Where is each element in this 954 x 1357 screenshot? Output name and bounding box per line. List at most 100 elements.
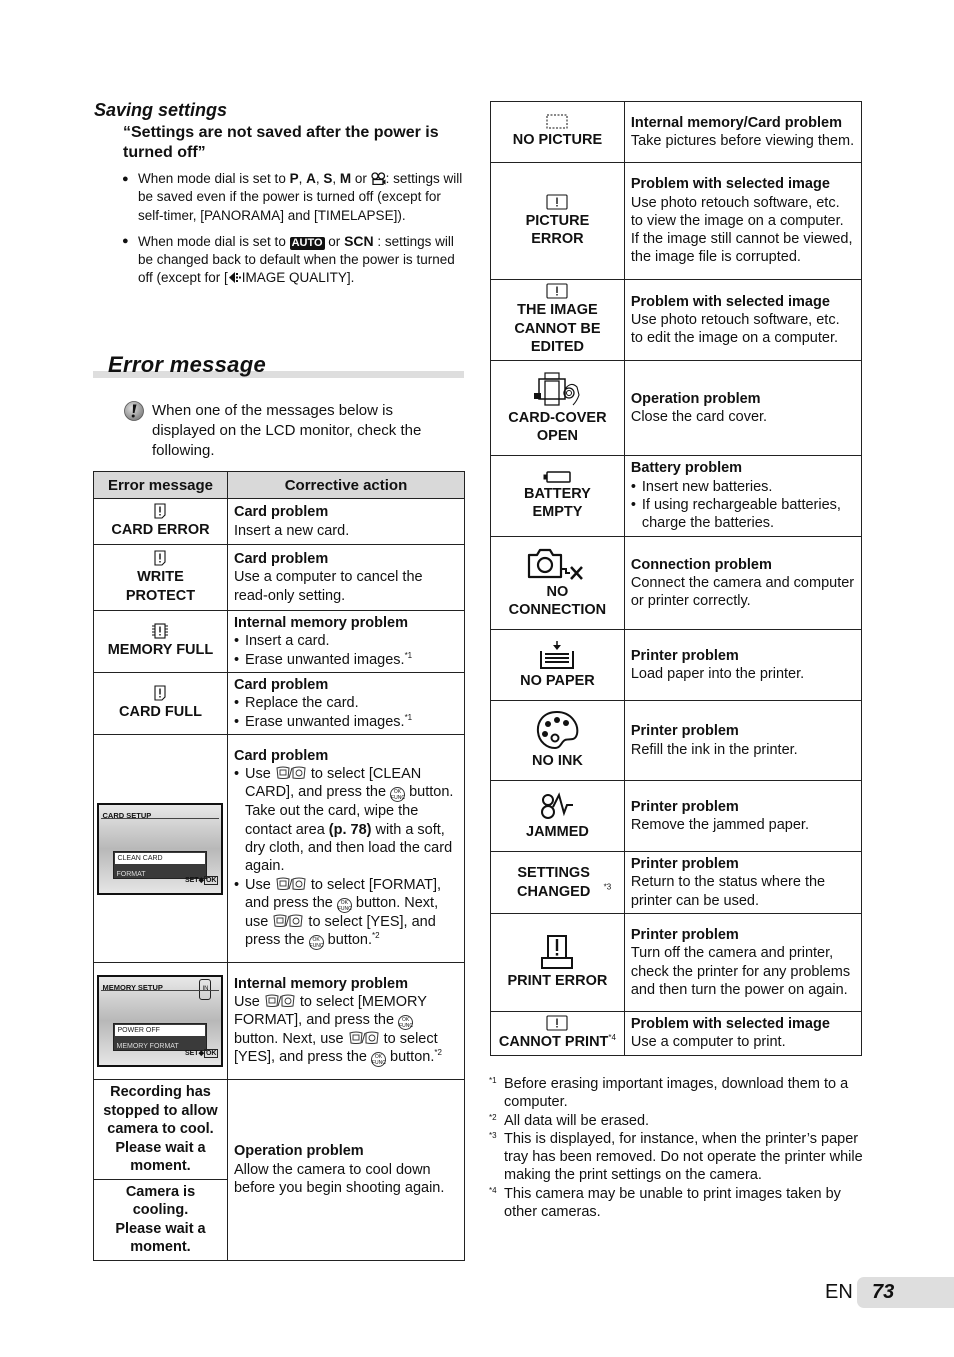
card-error-icon	[154, 685, 167, 701]
footnote-text: This camera may be unable to print image…	[504, 1185, 841, 1221]
problem-title: Printer problem	[630, 723, 739, 740]
action-text: Load paper into the printer.	[630, 666, 805, 682]
saving-settings-subheading: “Settings are not saved after the power …	[123, 124, 439, 161]
footnote-ref: *2	[372, 931, 380, 941]
battery-empty-icon	[543, 470, 572, 483]
caution-text: When one of the messages below is displa…	[152, 402, 422, 459]
action-text: Allow the camera to cool down before you…	[233, 1161, 445, 1196]
problem-title: Printer problem	[630, 647, 739, 664]
menu-item-power-off: POWER OFF	[115, 1025, 206, 1036]
or-text: or	[324, 233, 345, 249]
exposure-selftimer-buttons-icon	[265, 994, 295, 1007]
ok-func-button-icon: OK FUNC	[390, 787, 406, 803]
mode-p: P	[289, 171, 299, 186]
screen-title: CARD SETUP	[102, 810, 152, 820]
no-connection-icon	[528, 548, 584, 580]
memory-setup-screen: MEMORY SETUP IN POWER OFF MEMORY FORMAT …	[97, 975, 224, 1067]
corrective-action-cell: Card problem Replace the card. Erase unw…	[226, 672, 466, 735]
table-row: CANNOT PRINT*4 Problem with selected ima…	[490, 1011, 863, 1056]
separator: ,	[332, 171, 340, 186]
language-label: EN	[825, 1281, 853, 1303]
action-text: Turn off the camera and printer, check t…	[630, 945, 851, 998]
corrective-action-cell: Problem with selected image Use photo re…	[623, 279, 863, 361]
action-text: Return to the status where the printer c…	[630, 874, 826, 909]
set-ok-hint: SET◆ OK	[184, 876, 219, 885]
table-row: NO INK Printer problem Refill the ink in…	[490, 700, 863, 781]
memory-error-icon	[152, 623, 169, 639]
jammed-icon	[541, 791, 574, 819]
table-row: NO PAPER Printer problem Load paper into…	[490, 629, 863, 701]
corrective-action-cell: Operation problem Allow the camera to co…	[226, 1079, 466, 1261]
error-message-cell: CARD ERROR	[93, 498, 228, 545]
action-list: Insert new batteries. If using rechargea…	[631, 478, 855, 533]
action-item-text: Erase unwanted images.	[244, 713, 405, 730]
problem-title: Card problem	[233, 677, 329, 694]
table-row: NO CONNECTION Connection problem Connect…	[490, 536, 863, 630]
problem-title: Operation problem	[630, 390, 761, 407]
footnote: *3 This is displayed, for instance, when …	[489, 1130, 864, 1185]
error-message-text: JAMMED	[526, 823, 589, 840]
footnote-ref: *3	[603, 882, 612, 892]
error-message-cell: WRITE PROTECT	[93, 544, 228, 611]
table-row: NO PICTURE Internal memory/Card problem …	[490, 101, 863, 163]
card-setup-screen: CARD SETUP CLEAN CARD FORMAT SET◆ OK	[97, 802, 224, 895]
screen-title: MEMORY SETUP	[102, 983, 163, 992]
error-message-text: Recording has stopped to allow camera to…	[103, 1084, 218, 1174]
card-cover-open-icon	[534, 371, 580, 406]
error-message-cell: JAMMED	[490, 780, 625, 852]
error-message-cell: MEMORY FULL	[93, 610, 228, 673]
error-message-cell: NO PICTURE	[490, 101, 625, 163]
footnote-ref: *1	[404, 650, 413, 660]
action-text: Use photo retouch software, etc. to edit…	[630, 311, 840, 347]
menu-item-clean-card: CLEAN CARD	[115, 852, 206, 864]
action-list: Replace the card. Erase unwanted images.…	[234, 694, 458, 731]
corrective-action-cell: Internal memory/Card problem Take pictur…	[623, 101, 863, 163]
problem-title: Printer problem	[630, 798, 739, 815]
card-error-icon	[154, 503, 167, 519]
corrective-action-cell: Problem with selected image Use photo re…	[623, 162, 863, 280]
corrective-action-cell: Printer problem Return to the status whe…	[623, 851, 863, 914]
problem-title: Printer problem	[630, 926, 739, 943]
problem-title: Problem with selected image	[630, 1016, 830, 1032]
footnote: *1 Before erasing important images, downl…	[489, 1075, 864, 1112]
problem-title: Card problem	[233, 551, 329, 568]
error-message-text: PICTURE ERROR	[525, 212, 590, 248]
action-item: Replace the card.	[234, 694, 458, 713]
bullet-text: When mode dial is set to	[138, 233, 290, 249]
no-ink-icon	[537, 711, 579, 750]
func-text: FUNC	[399, 1023, 413, 1030]
table-row: PICTURE ERROR Problem with selected imag…	[490, 162, 863, 280]
error-message-cell: CARD-COVER OPEN	[490, 360, 625, 456]
corrective-action-cell: Card problem Insert a new card.	[226, 498, 466, 545]
action-item: Erase unwanted images.*1	[234, 713, 458, 732]
problem-title: Internal memory/Card problem	[630, 114, 842, 131]
error-message-text: MEMORY FULL	[107, 642, 214, 659]
bullet-text: IMAGE QUALITY].	[241, 270, 355, 286]
problem-title: Operation problem	[233, 1143, 364, 1160]
table-row: MEMORY FULL Internal memory problem Inse…	[93, 610, 466, 673]
corrective-action-cell: Problem with selected image Use a comput…	[623, 1011, 863, 1056]
exposure-selftimer-buttons-icon	[273, 914, 303, 927]
action-item: Insert a card.	[234, 632, 458, 651]
mode-m: M	[339, 171, 352, 186]
error-message-text: CARD ERROR	[111, 522, 210, 539]
footnote-mark: *3	[489, 1130, 497, 1140]
problem-title: Battery problem	[630, 460, 743, 477]
table-row: CARD ERROR Card problem Insert a new car…	[93, 498, 466, 545]
movie-icon	[371, 172, 386, 185]
error-message-text: CANNOT PRINT	[498, 1034, 609, 1051]
table-row: CARD-COVER OPEN Operation problem Close …	[490, 360, 863, 456]
error-message-text: THE IMAGE CANNOT BE EDITED	[514, 302, 601, 356]
set-label: SET	[184, 877, 199, 884]
ok-func-button-icon: OK FUNC	[371, 1052, 386, 1068]
action-text: Use a computer to print.	[630, 1034, 786, 1051]
func-text: FUNC	[337, 905, 352, 912]
print-error-icon	[541, 935, 574, 970]
header-error-message: Error message	[93, 471, 228, 499]
action-text: Close the card cover.	[630, 409, 768, 425]
error-message-text: SETTINGS CHANGED	[516, 865, 591, 900]
exposure-selftimer-buttons-icon	[276, 877, 306, 890]
action-list: Insert a card. Erase unwanted images.*1	[234, 632, 458, 669]
error-message-cell: SETTINGS CHANGED *3	[490, 851, 625, 914]
error-message-cell: CARD SETUP CLEAN CARD FORMAT SET◆ OK	[93, 734, 228, 963]
